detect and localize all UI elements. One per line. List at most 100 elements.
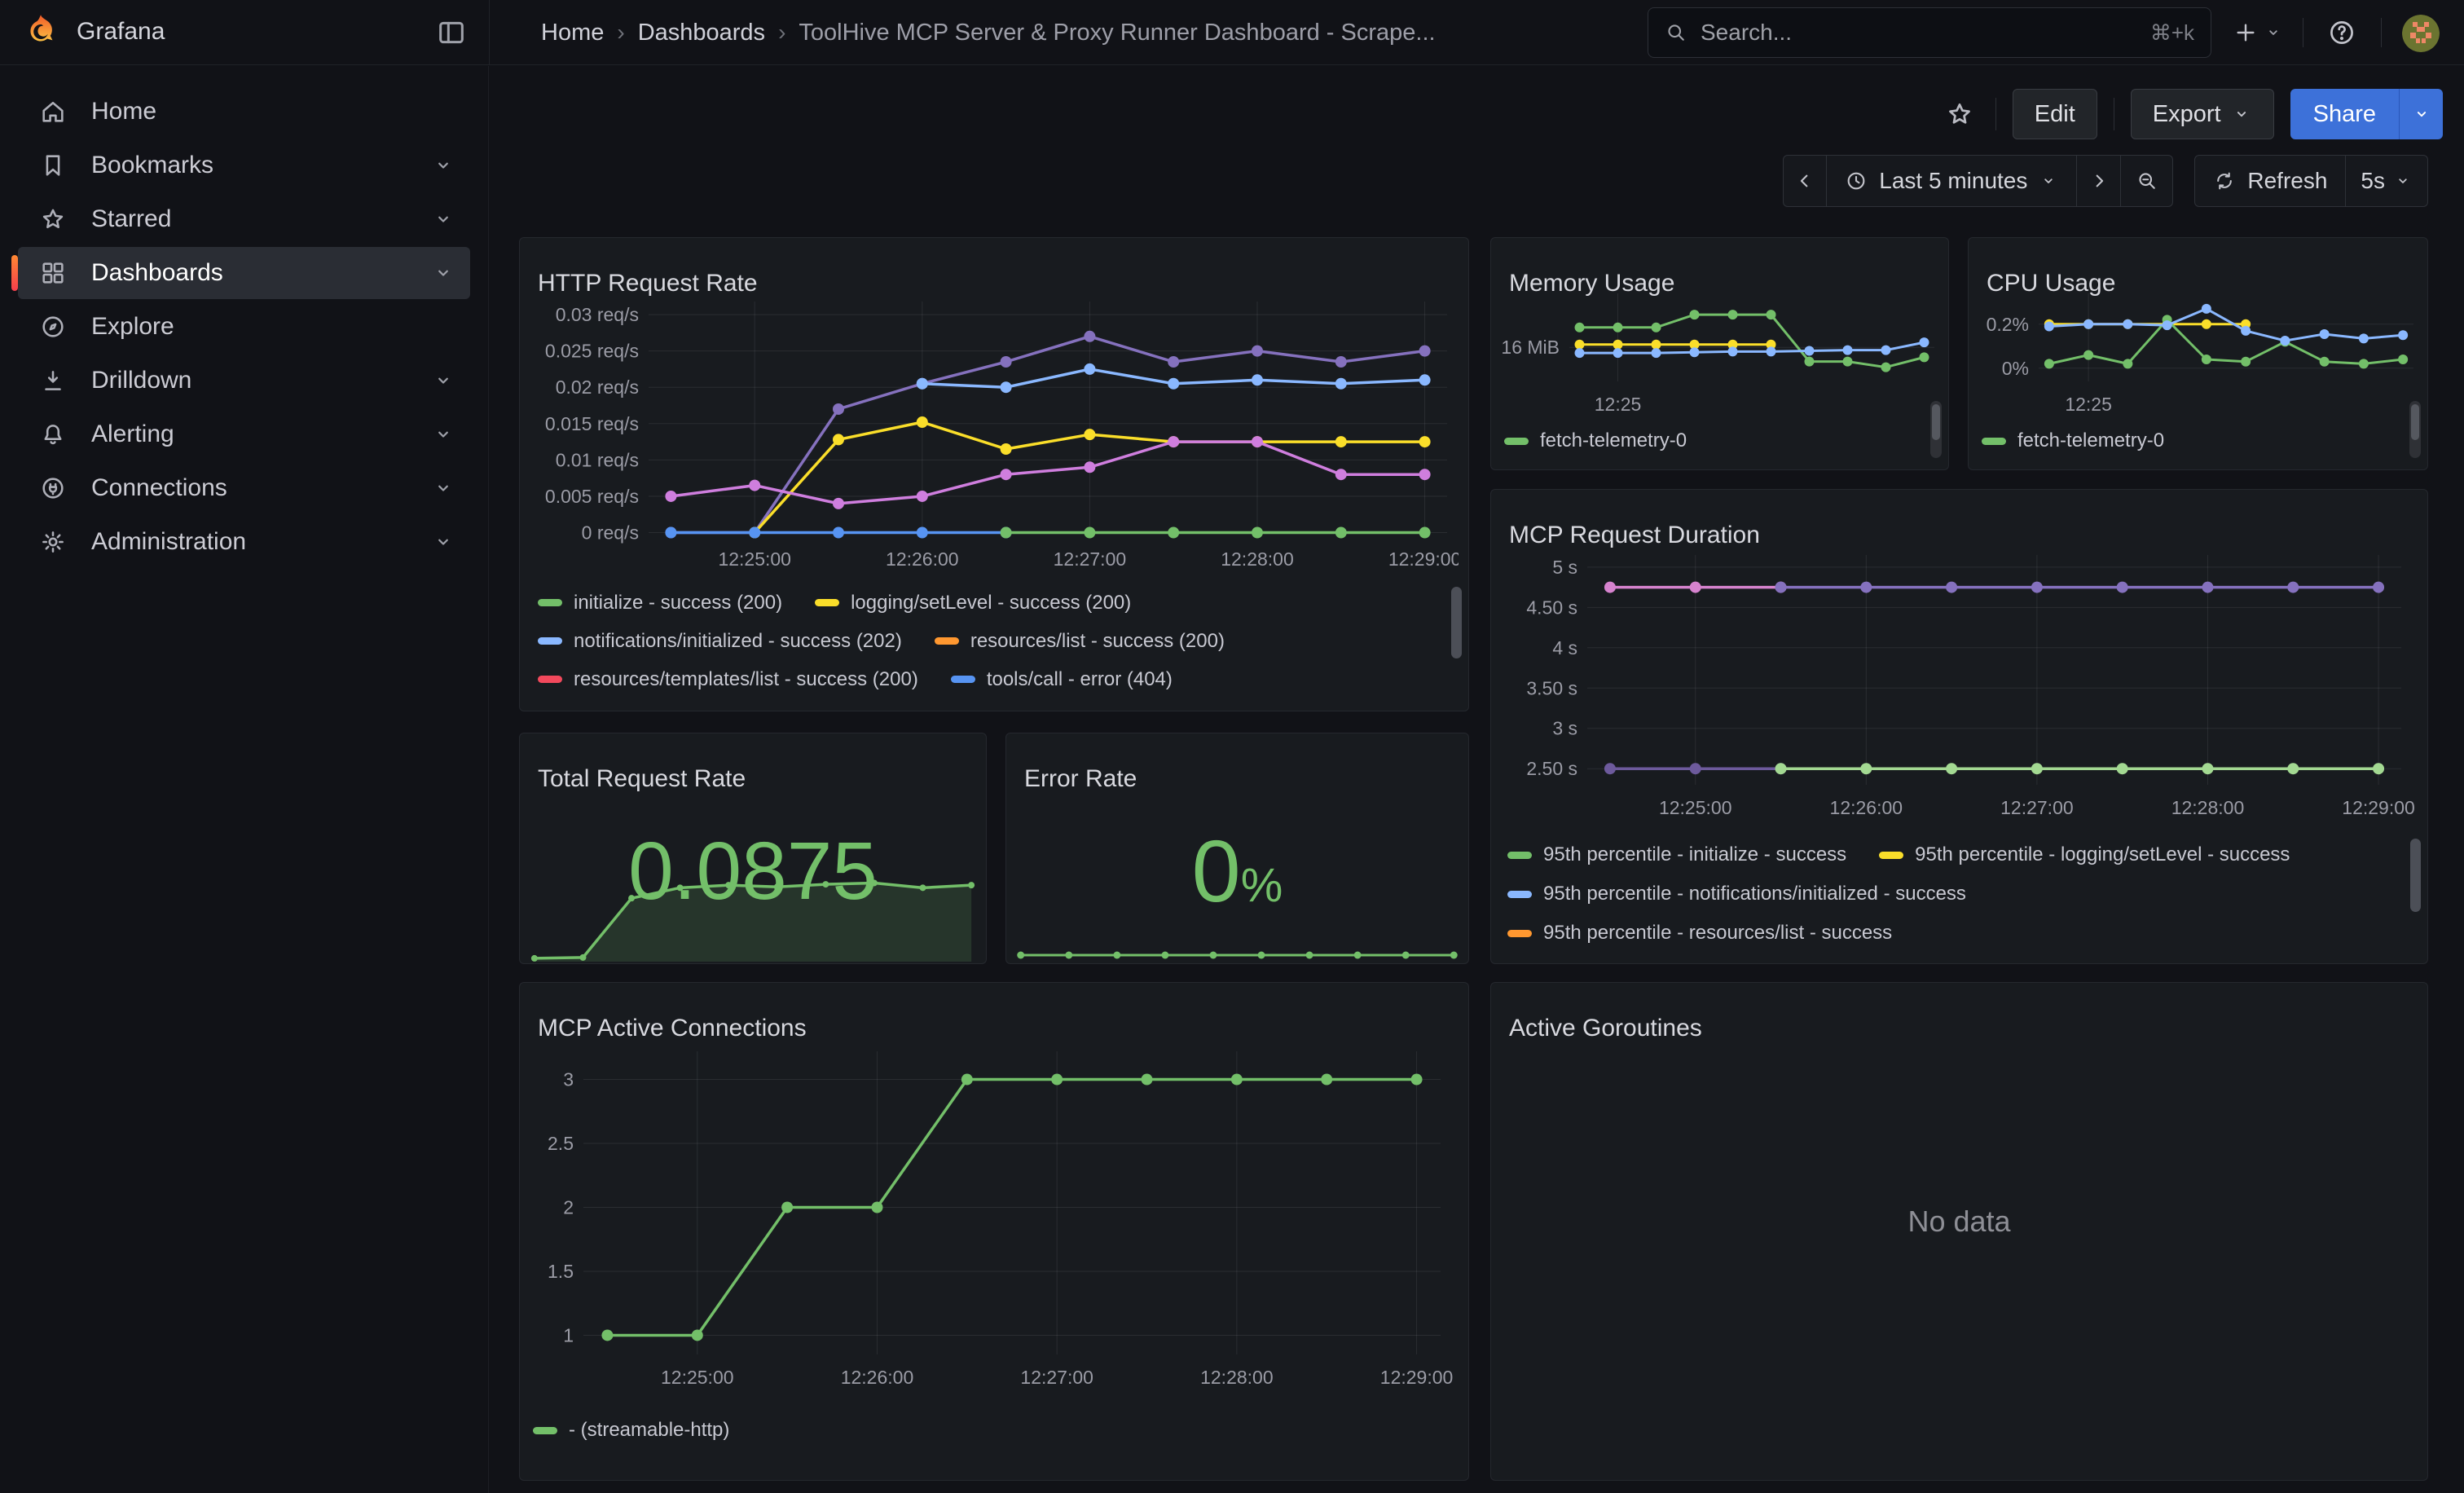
chevron-down-icon <box>2393 171 2413 191</box>
time-back-button[interactable] <box>1783 155 1827 207</box>
legend-row: notifications/initialized - success (202… <box>538 622 1447 660</box>
svg-text:12:29:00: 12:29:00 <box>2342 797 2415 818</box>
panel-title[interactable]: Total Request Rate <box>538 765 746 793</box>
panel-scrollbar[interactable] <box>1930 401 1942 458</box>
legend-item[interactable]: notifications/initialized - success (202… <box>538 630 902 653</box>
sidebar-item-explore[interactable]: Explore <box>18 301 470 353</box>
dashboard-header: Edit Export Share <box>490 66 2464 162</box>
duration-chart[interactable]: 12:25:0012:26:0012:27:0012:28:0012:29:00… <box>1501 542 2418 826</box>
legend-item[interactable]: - (streamable-http) <box>533 1419 729 1442</box>
legend-item[interactable]: 95th percentile - notifications/initiali… <box>1507 883 1966 905</box>
svg-text:0.005 req/s: 0.005 req/s <box>545 486 639 507</box>
search-input[interactable]: Search... ⌘+k <box>1648 7 2211 58</box>
legend-item[interactable]: logging/setLevel - success (200) <box>815 592 1131 614</box>
share-button[interactable]: Share <box>2290 89 2399 139</box>
zoom-out-button[interactable] <box>2121 155 2173 207</box>
add-button[interactable] <box>2233 15 2283 51</box>
refresh-label: Refresh <box>2247 168 2327 194</box>
panel-total-request-rate: Total Request Rate 0.0875 <box>519 733 987 964</box>
nav-divider <box>2381 18 2382 47</box>
sidebar-item-home[interactable]: Home <box>18 86 470 138</box>
legend-label: logging/setLevel - success (200) <box>851 592 1131 614</box>
panel-http-request-rate: HTTP Request Rate 12:25:0012:26:0012:27:… <box>519 237 1469 711</box>
legend-item[interactable]: resources/list - success (200) <box>935 630 1225 653</box>
plus-icon <box>2233 20 2259 46</box>
sidebar-item-label: Starred <box>91 205 171 233</box>
chevron-down-icon <box>431 261 455 285</box>
legend-item[interactable]: tools/list - success (200) <box>821 707 1067 708</box>
svg-text:12:27:00: 12:27:00 <box>1020 1367 1093 1388</box>
chevron-down-icon <box>431 530 455 554</box>
cpu-chart[interactable]: 12:250.2%0% <box>1973 282 2422 411</box>
svg-text:0.015 req/s: 0.015 req/s <box>545 413 639 434</box>
svg-text:0.02 req/s: 0.02 req/s <box>556 377 639 398</box>
svg-text:12:27:00: 12:27:00 <box>2000 797 2074 818</box>
sidebar-item-starred[interactable]: Starred <box>18 193 470 245</box>
export-button[interactable]: Export <box>2131 89 2274 139</box>
refresh-interval-label: 5s <box>2361 168 2385 194</box>
http-chart[interactable]: 12:25:0012:26:0012:27:0012:28:0012:29:00… <box>530 290 1459 577</box>
legend-item[interactable]: fetch-telemetry-0 <box>1504 429 1687 452</box>
share-dropdown-button[interactable] <box>2399 89 2443 139</box>
legend-item[interactable]: 95th percentile - initialize - success <box>1507 843 1846 866</box>
refresh-interval-picker[interactable]: 5s <box>2346 155 2428 207</box>
legend-item[interactable]: fetch-telemetry-0 <box>1982 429 2164 452</box>
svg-text:1: 1 <box>563 1324 574 1345</box>
legend-item[interactable]: 95th percentile - resources/list - succe… <box>1507 922 1892 945</box>
svg-text:0.01 req/s: 0.01 req/s <box>556 449 639 470</box>
error-chart[interactable] <box>1008 940 1467 962</box>
legend-item[interactable]: initialize - success (200) <box>538 592 782 614</box>
sidebar-item-dashboards[interactable]: Dashboards <box>18 247 470 299</box>
legend-label: 95th percentile - logging/setLevel - suc… <box>1915 843 2290 866</box>
sidebar-item-label: Bookmarks <box>91 152 213 179</box>
sidebar-item-drilldown[interactable]: Drilldown <box>18 355 470 407</box>
legend-label: tools/call - error (404) <box>987 668 1173 691</box>
time-range-picker[interactable]: Last 5 minutes <box>1827 155 2077 207</box>
grafana-logo-icon[interactable] <box>20 11 62 54</box>
legend-swatch <box>533 1427 557 1434</box>
svg-text:12:25: 12:25 <box>1595 394 1642 411</box>
legend-row: 95th percentile - resources/list - succe… <box>1507 914 2404 953</box>
legend-scrollbar[interactable] <box>2410 839 2421 912</box>
sidebar-toggle-icon[interactable] <box>433 16 469 49</box>
legend-item[interactable]: 95th percentile - logging/setLevel - suc… <box>1879 843 2290 866</box>
refresh-button[interactable]: Refresh <box>2194 155 2346 207</box>
legend-scrollbar[interactable] <box>1451 587 1462 658</box>
clock-icon <box>1845 170 1868 192</box>
legend-item[interactable]: resources/templates/list - success (200) <box>538 668 918 691</box>
legend-row: - (streamable-http) <box>533 1410 1445 1451</box>
legend-item[interactable]: unknown - success (200) <box>1100 707 1353 708</box>
star-icon <box>1945 99 1974 129</box>
sidebar-item-label: Alerting <box>91 421 174 448</box>
svg-text:12:27:00: 12:27:00 <box>1054 548 1127 570</box>
share-button-group: Share <box>2290 89 2443 139</box>
svg-text:12:26:00: 12:26:00 <box>841 1367 914 1388</box>
edit-button[interactable]: Edit <box>2013 89 2097 139</box>
legend-row: 95th percentile - resources/templates/li… <box>1507 953 2404 961</box>
breadcrumb-item[interactable]: Home <box>541 20 604 46</box>
sidebar-item-connections[interactable]: Connections <box>18 462 470 514</box>
time-forward-button[interactable] <box>2077 155 2121 207</box>
avatar[interactable] <box>2402 15 2440 52</box>
legend-label: resources/templates/list - success (200) <box>574 668 918 691</box>
export-label: Export <box>2153 101 2221 128</box>
legend-swatch <box>1507 852 1532 859</box>
time-picker-group: Last 5 minutes <box>1783 155 2173 207</box>
panel-title[interactable]: Error Rate <box>1024 765 1137 793</box>
panel-scrollbar[interactable] <box>2409 401 2421 458</box>
sidebar-item-bookmarks[interactable]: Bookmarks <box>18 139 470 192</box>
breadcrumb-item[interactable]: Dashboards <box>638 20 765 46</box>
sidebar-item-administration[interactable]: Administration <box>18 516 470 568</box>
legend-item[interactable]: tools/call - error (404) <box>951 668 1173 691</box>
chevron-down-icon <box>2411 103 2432 125</box>
sidebar-item-alerting[interactable]: Alerting <box>18 408 470 460</box>
memory-chart[interactable]: 12:2516 MiB <box>1496 282 1943 411</box>
legend-label: fetch-telemetry-0 <box>2017 429 2164 452</box>
connections-chart[interactable]: 12:25:0012:26:0012:27:0012:28:0012:29:00… <box>530 1037 1459 1400</box>
help-button[interactable] <box>2327 15 2356 51</box>
svg-text:12:28:00: 12:28:00 <box>2171 797 2245 818</box>
panel-title[interactable]: Active Goroutines <box>1509 1015 1702 1042</box>
legend-item[interactable]: tools/call - success (200) <box>538 707 789 708</box>
star-button[interactable] <box>1940 95 1979 134</box>
svg-text:12:25: 12:25 <box>2065 394 2112 411</box>
